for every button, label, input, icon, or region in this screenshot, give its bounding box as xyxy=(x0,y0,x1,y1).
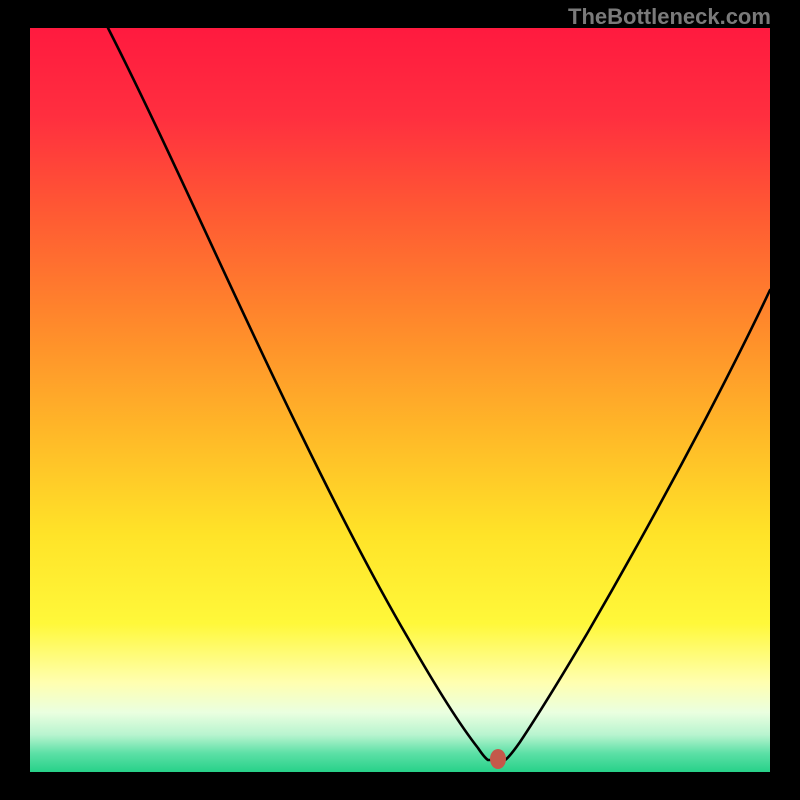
minimum-marker xyxy=(490,749,506,769)
watermark-text: TheBottleneck.com xyxy=(568,4,771,30)
chart-frame: { "watermark": { "text": "TheBottleneck.… xyxy=(0,0,800,800)
plot-background xyxy=(30,28,770,772)
chart-svg xyxy=(0,0,800,800)
